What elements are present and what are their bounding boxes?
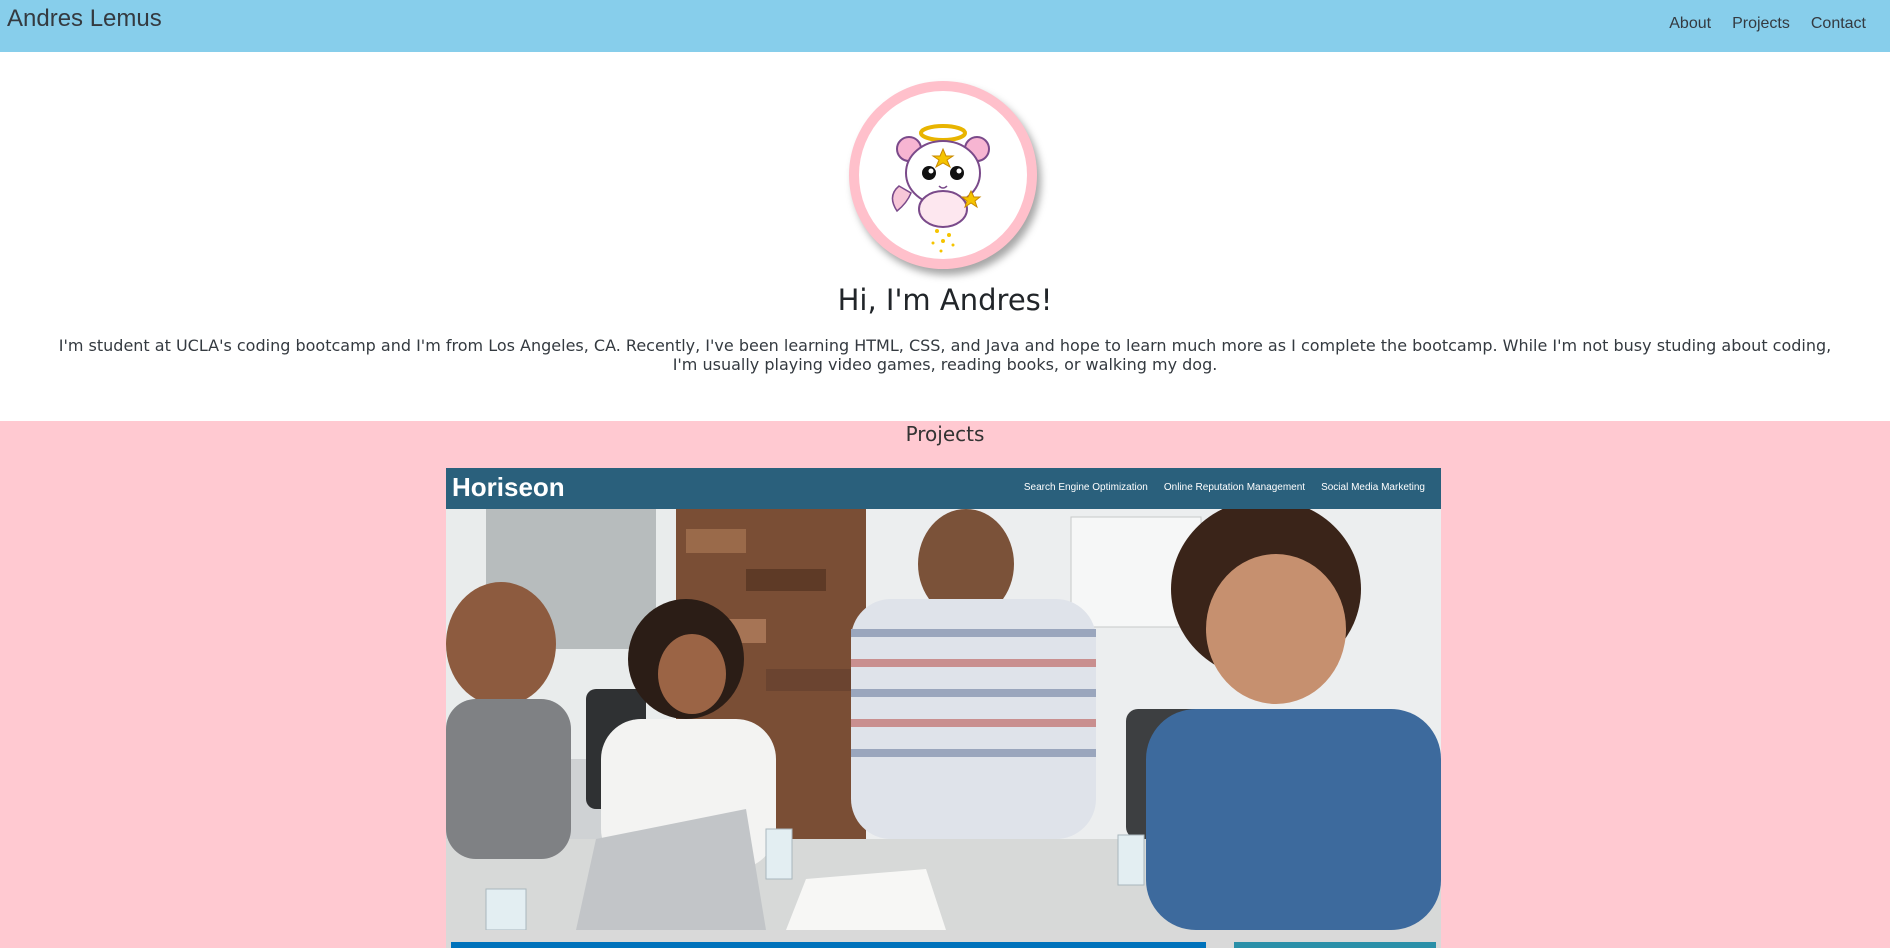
- horiseon-nav-smm: Social Media Marketing: [1321, 482, 1425, 493]
- horiseon-nav-seo: Search Engine Optimization: [1023, 482, 1148, 493]
- bio-paragraph: I'm student at UCLA's coding bootcamp an…: [58, 336, 1832, 374]
- nav-projects-link[interactable]: Projects: [1732, 15, 1790, 33]
- nav-contact-link[interactable]: Contact: [1811, 15, 1866, 33]
- nav-about-link[interactable]: About: [1669, 15, 1711, 33]
- horiseon-brand: Horiseon: [452, 472, 565, 502]
- horiseon-content-bar: [451, 942, 1206, 948]
- horiseon-nav-orm: Online Reputation Management: [1163, 482, 1306, 493]
- greeting-heading: Hi, I'm Andres!: [837, 283, 1053, 317]
- projects-section: Projects Horiseon Search Engine Optimiza…: [0, 421, 1890, 948]
- top-navbar: Andres Lemus About Projects Contact: [0, 0, 1890, 52]
- horiseon-header: Horiseon Search Engine Optimization Onli…: [446, 468, 1441, 509]
- projects-title: Projects: [905, 422, 985, 446]
- angel-hamster-icon: [859, 91, 1027, 259]
- profile-avatar: [849, 81, 1037, 269]
- project-screenshot-horiseon[interactable]: Horiseon Search Engine Optimization Onli…: [446, 468, 1441, 948]
- nav-links: About Projects Contact: [1648, 15, 1866, 33]
- horiseon-nav: Search Engine Optimization Online Reputa…: [1008, 482, 1425, 493]
- horiseon-sidebar-bar: [1234, 942, 1436, 948]
- site-brand[interactable]: Andres Lemus: [7, 5, 162, 33]
- horiseon-hero-photo: [446, 509, 1441, 930]
